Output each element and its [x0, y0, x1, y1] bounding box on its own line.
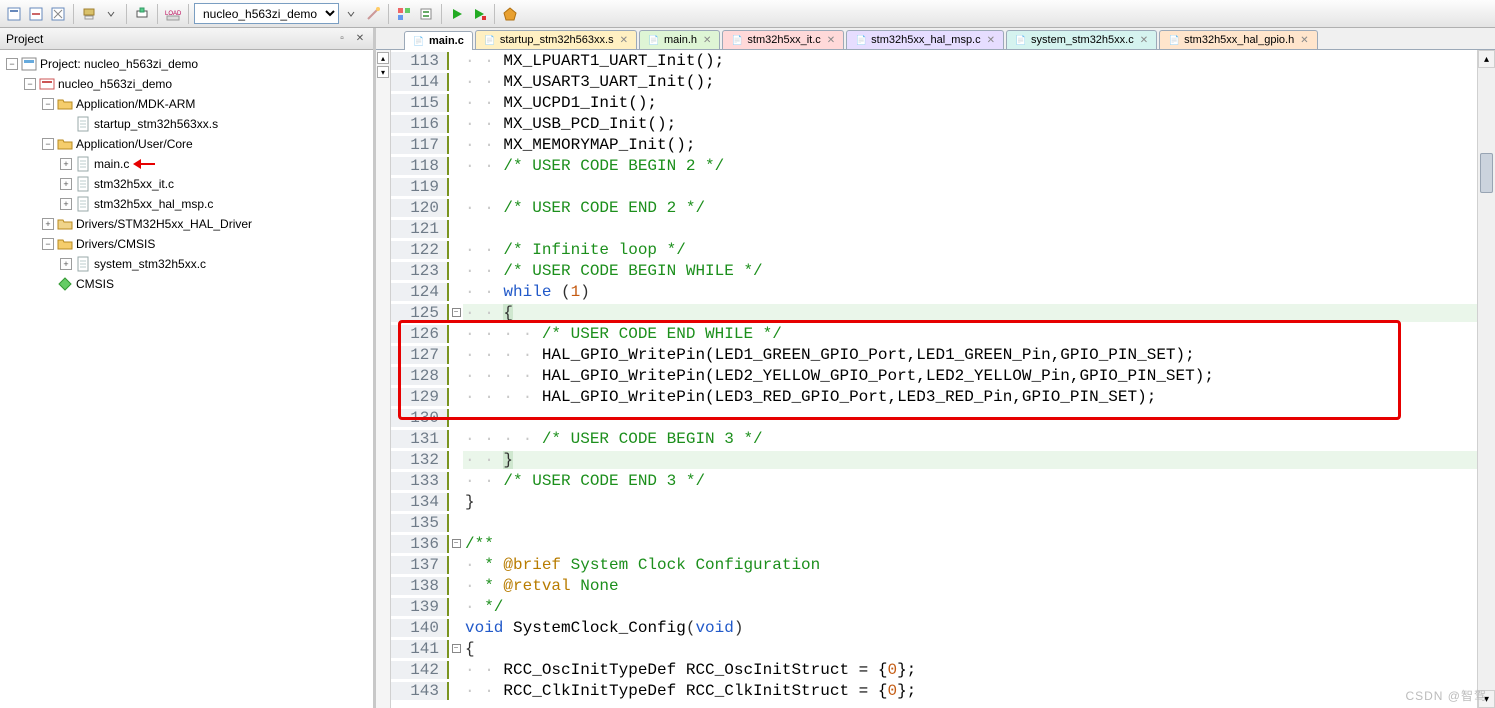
main-toolbar: LOAD nucleo_h563zi_demo	[0, 0, 1495, 28]
code-line[interactable]: 129· · · · HAL_GPIO_WritePin(LED3_RED_GP…	[391, 386, 1477, 407]
project-panel: Project ▫ ✕ −Project: nucleo_h563zi_demo…	[0, 28, 376, 708]
nav-up-icon[interactable]: ▴	[377, 52, 389, 64]
editor-tab[interactable]: 📄stm32h5xx_hal_gpio.h✕	[1159, 30, 1317, 49]
toolbar-icon-3[interactable]	[48, 4, 68, 24]
toolbar-icon-2[interactable]	[26, 4, 46, 24]
code-line[interactable]: 141−{	[391, 638, 1477, 659]
code-line[interactable]: 134}	[391, 491, 1477, 512]
tree-item[interactable]: −nucleo_h563zi_demo	[2, 74, 371, 94]
toolbar-down-icon-2[interactable]	[341, 4, 361, 24]
tree-item[interactable]: +stm32h5xx_hal_msp.c	[2, 194, 371, 214]
code-line[interactable]: 125−· · {	[391, 302, 1477, 323]
editor-nav-column: ▴ ▾	[376, 50, 391, 708]
wand-icon[interactable]	[363, 4, 383, 24]
editor-tab[interactable]: 📄stm32h5xx_hal_msp.c✕	[846, 30, 1004, 49]
close-icon[interactable]: ✕	[1140, 35, 1148, 46]
code-line[interactable]: 139· */	[391, 596, 1477, 617]
help-icon[interactable]	[500, 4, 520, 24]
tree-item[interactable]: CMSIS	[2, 274, 371, 294]
code-line[interactable]: 126· · · · /* USER CODE END WHILE */	[391, 323, 1477, 344]
project-panel-title: Project	[6, 32, 43, 46]
tree-item[interactable]: +Drivers/STM32H5xx_HAL_Driver	[2, 214, 371, 234]
panel-close-icon[interactable]: ✕	[353, 32, 367, 46]
arrow-icon	[133, 159, 161, 169]
run-icon[interactable]	[447, 4, 467, 24]
stop-icon[interactable]	[469, 4, 489, 24]
tree-root[interactable]: −Project: nucleo_h563zi_demo	[2, 54, 371, 74]
file-icon: 📄	[1015, 34, 1027, 46]
code-line[interactable]: 124· · while (1)	[391, 281, 1477, 302]
code-line[interactable]: 142· · RCC_OscInitTypeDef RCC_OscInitStr…	[391, 659, 1477, 680]
toolbar-icon-1[interactable]	[4, 4, 24, 24]
code-line[interactable]: 119	[391, 176, 1477, 197]
code-line[interactable]: 122· · /* Infinite loop */	[391, 239, 1477, 260]
code-line[interactable]: 116· · MX_USB_PCD_Init();	[391, 113, 1477, 134]
file-icon: 📄	[731, 34, 743, 46]
code-line[interactable]: 127· · · · HAL_GPIO_WritePin(LED1_GREEN_…	[391, 344, 1477, 365]
project-panel-header: Project ▫ ✕	[0, 28, 373, 50]
file-icon: 📄	[648, 34, 660, 46]
tree-item[interactable]: −Application/User/Core	[2, 134, 371, 154]
tree-item[interactable]: +system_stm32h5xx.c	[2, 254, 371, 274]
code-line[interactable]: 117· · MX_MEMORYMAP_Init();	[391, 134, 1477, 155]
editor-tab[interactable]: 📄main.h✕	[639, 30, 720, 49]
close-icon[interactable]: ✕	[987, 35, 995, 46]
file-icon: 📄	[413, 35, 425, 47]
vertical-scrollbar[interactable]: ▴ ▾	[1477, 50, 1495, 708]
organize-icon[interactable]	[394, 4, 414, 24]
code-line[interactable]: 118· · /* USER CODE BEGIN 2 */	[391, 155, 1477, 176]
toolbar-down-icon[interactable]	[101, 4, 121, 24]
editor-tab[interactable]: 📄stm32h5xx_it.c✕	[722, 30, 844, 49]
editor-tabbar: 📄main.c📄startup_stm32h563xx.s✕📄main.h✕📄s…	[376, 28, 1495, 50]
code-line[interactable]: 113· · MX_LPUART1_UART_Init();	[391, 50, 1477, 71]
code-line[interactable]: 121	[391, 218, 1477, 239]
tree-item[interactable]: startup_stm32h563xx.s	[2, 114, 371, 134]
close-icon[interactable]: ✕	[620, 35, 628, 46]
editor-tab[interactable]: 📄main.c	[404, 31, 473, 50]
code-line[interactable]: 120· · /* USER CODE END 2 */	[391, 197, 1477, 218]
close-icon[interactable]: ✕	[703, 35, 711, 46]
tree-item[interactable]: +stm32h5xx_it.c	[2, 174, 371, 194]
tree-item[interactable]: −Application/MDK-ARM	[2, 94, 371, 114]
code-line[interactable]: 130	[391, 407, 1477, 428]
watermark: CSDN @智驾	[1405, 687, 1487, 704]
file-icon: 📄	[855, 34, 867, 46]
options-icon[interactable]	[416, 4, 436, 24]
file-icon: 📄	[1168, 34, 1180, 46]
code-line[interactable]: 136−/**	[391, 533, 1477, 554]
file-icon: 📄	[484, 34, 496, 46]
code-line[interactable]: 131· · · · /* USER CODE BEGIN 3 */	[391, 428, 1477, 449]
editor-area: 📄main.c📄startup_stm32h563xx.s✕📄main.h✕📄s…	[376, 28, 1495, 708]
tree-item[interactable]: +main.c	[2, 154, 371, 174]
panel-pin-icon[interactable]: ▫	[335, 32, 349, 46]
code-line[interactable]: 123· · /* USER CODE BEGIN WHILE */	[391, 260, 1477, 281]
code-line[interactable]: 140void SystemClock_Config(void)	[391, 617, 1477, 638]
editor-tab[interactable]: 📄system_stm32h5xx.c✕	[1006, 30, 1157, 49]
code-line[interactable]: 138· * @retval None	[391, 575, 1477, 596]
close-icon[interactable]: ✕	[827, 35, 835, 46]
project-tree[interactable]: −Project: nucleo_h563zi_demo−nucleo_h563…	[0, 50, 373, 708]
close-icon[interactable]: ✕	[1300, 35, 1308, 46]
code-line[interactable]: 128· · · · HAL_GPIO_WritePin(LED2_YELLOW…	[391, 365, 1477, 386]
scroll-up-icon[interactable]: ▴	[1478, 50, 1495, 68]
code-line[interactable]: 132· · }	[391, 449, 1477, 470]
toolbar-icon-5[interactable]	[132, 4, 152, 24]
target-select[interactable]: nucleo_h563zi_demo	[194, 3, 339, 24]
code-line[interactable]: 143· · RCC_ClkInitTypeDef RCC_ClkInitStr…	[391, 680, 1477, 701]
editor-tab[interactable]: 📄startup_stm32h563xx.s✕	[475, 30, 637, 49]
code-line[interactable]: 115· · MX_UCPD1_Init();	[391, 92, 1477, 113]
code-line[interactable]: 133· · /* USER CODE END 3 */	[391, 470, 1477, 491]
code-line[interactable]: 137· * @brief System Clock Configuration	[391, 554, 1477, 575]
scroll-thumb[interactable]	[1480, 153, 1493, 193]
toolbar-icon-4[interactable]	[79, 4, 99, 24]
code-view[interactable]: 113· · MX_LPUART1_UART_Init();114· · MX_…	[391, 50, 1477, 708]
code-line[interactable]: 114· · MX_USART3_UART_Init();	[391, 71, 1477, 92]
code-line[interactable]: 135	[391, 512, 1477, 533]
tree-item[interactable]: −Drivers/CMSIS	[2, 234, 371, 254]
nav-down-icon[interactable]: ▾	[377, 66, 389, 78]
load-icon[interactable]: LOAD	[163, 4, 183, 24]
